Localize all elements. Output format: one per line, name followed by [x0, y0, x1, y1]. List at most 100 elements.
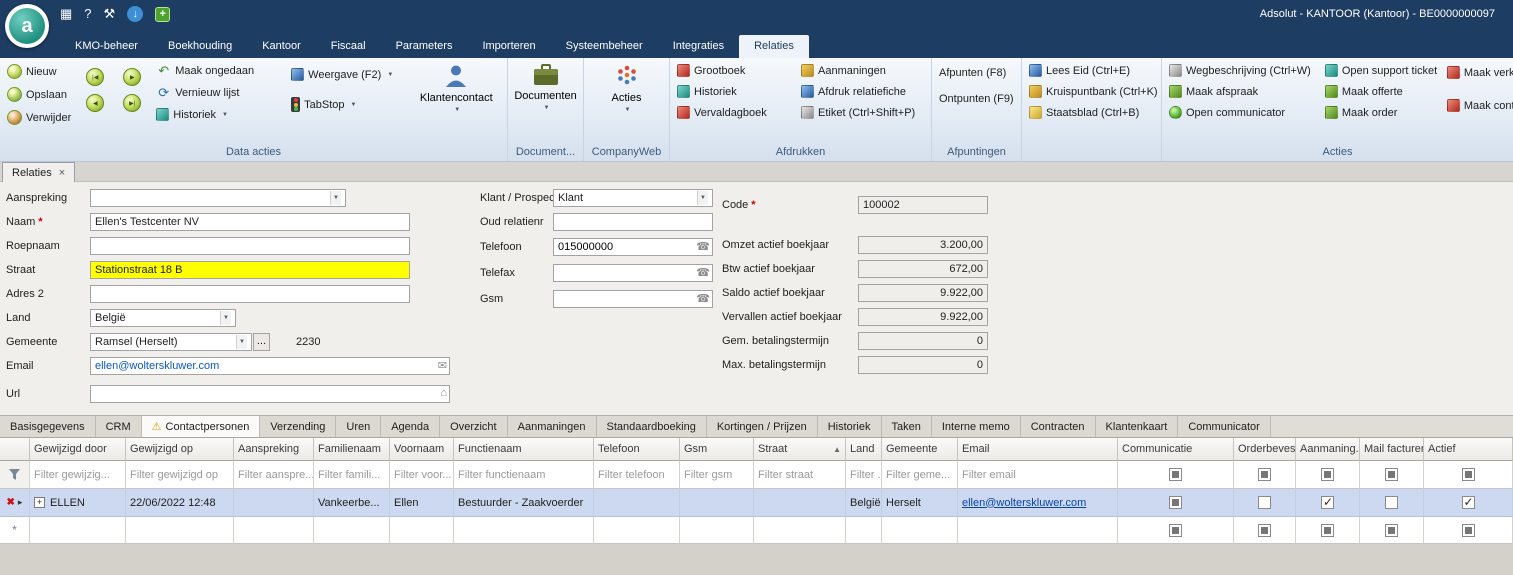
actief-checkbox[interactable] — [1462, 496, 1475, 509]
cell-voornaam[interactable]: Ellen — [390, 489, 454, 517]
etiket-button[interactable]: Etiket (Ctrl+Shift+P) — [799, 106, 917, 119]
filter-aanspreking[interactable]: Filter aanspre... — [234, 461, 314, 489]
cell-land[interactable]: België — [846, 489, 882, 517]
vervaldagboek-button[interactable]: Vervaldagboek — [675, 106, 789, 119]
grid-header-telefoon[interactable]: Telefoon — [594, 438, 680, 461]
new-cell[interactable] — [882, 517, 958, 544]
new-cell[interactable] — [594, 517, 680, 544]
menu-tab-systeembeheer[interactable]: Systeembeheer — [551, 35, 658, 58]
grid-selected-row[interactable]: ✖▸ +ELLEN 22/06/2022 12:48 Vankeerbe... … — [0, 489, 1513, 517]
gsm-input[interactable] — [553, 290, 713, 308]
companyweb-acties-button[interactable]: Acties ▼ — [589, 58, 665, 113]
menu-tab-fiscaal[interactable]: Fiscaal — [316, 35, 381, 58]
open-communicator-button[interactable]: Open communicator — [1167, 106, 1313, 119]
historiek-button[interactable]: Historiek▼ — [154, 108, 256, 121]
new-cell[interactable] — [958, 517, 1118, 544]
menu-tab-kantoor[interactable]: Kantoor — [247, 35, 316, 58]
naam-input[interactable] — [90, 213, 410, 231]
tab-crm[interactable]: CRM — [96, 415, 142, 437]
grid-header-gewijzigd-op[interactable]: Gewijzigd op — [126, 438, 234, 461]
telefax-input[interactable] — [553, 264, 713, 282]
new-cell[interactable] — [454, 517, 594, 544]
cell-email[interactable]: ellen@wolterskluwer.com — [958, 489, 1118, 517]
grid-header-land[interactable]: Land — [846, 438, 882, 461]
new-cell[interactable] — [846, 517, 882, 544]
straat-input[interactable] — [90, 261, 410, 279]
grid-header-gemeente[interactable]: Gemeente — [882, 438, 958, 461]
expand-row-button[interactable]: + — [34, 497, 45, 508]
grid-header-gsm[interactable]: Gsm — [680, 438, 754, 461]
aanmaning-checkbox[interactable] — [1321, 496, 1334, 509]
tab-communicator[interactable]: Communicator — [1178, 415, 1271, 437]
oud-relatienr-input[interactable] — [553, 213, 713, 231]
maak-contract-button[interactable]: Maak contract — [1445, 99, 1513, 112]
filter-gemeente[interactable]: Filter geme... — [882, 461, 958, 489]
grid-header-communicatie[interactable]: Communicatie — [1118, 438, 1234, 461]
new-cell[interactable] — [390, 517, 454, 544]
historiek-afdruk-button[interactable]: Historiek — [675, 85, 789, 98]
lees-eid-button[interactable]: Lees Eid (Ctrl+E) — [1027, 64, 1160, 77]
download-icon[interactable]: ↓ — [127, 6, 143, 22]
filter-land[interactable]: Filter ... — [846, 461, 882, 489]
tab-kortingen-prijzen[interactable]: Kortingen / Prijzen — [707, 415, 818, 437]
cell-straat[interactable] — [754, 489, 846, 517]
new-cell[interactable] — [234, 517, 314, 544]
new-cell[interactable] — [754, 517, 846, 544]
new-actief-checkbox[interactable] — [1462, 524, 1475, 537]
filter-familienaam[interactable]: Filter famili... — [314, 461, 390, 489]
filter-email[interactable]: Filter email — [958, 461, 1118, 489]
cell-functienaam[interactable]: Bestuurder - Zaakvoerder — [454, 489, 594, 517]
kruispuntbank-button[interactable]: Kruispuntbank (Ctrl+K) — [1027, 85, 1160, 98]
maak-offerte-button[interactable]: Maak offerte — [1323, 85, 1435, 98]
nieuw-button[interactable]: Nieuw — [5, 64, 73, 79]
grid-header-familienaam[interactable]: Familienaam — [314, 438, 390, 461]
nav-next-button[interactable]: ▶ — [123, 68, 141, 86]
new-cell[interactable] — [126, 517, 234, 544]
close-tab-icon[interactable]: × — [59, 167, 65, 179]
new-communicatie-checkbox[interactable] — [1169, 524, 1182, 537]
filter-orderbevestiging-checkbox[interactable] — [1258, 468, 1271, 481]
tab-uren[interactable]: Uren — [336, 415, 381, 437]
communicatie-checkbox[interactable] — [1169, 496, 1182, 509]
nav-last-button[interactable]: ▶| — [123, 94, 141, 112]
grid-header-functienaam[interactable]: Functienaam — [454, 438, 594, 461]
roepnaam-input[interactable] — [90, 237, 410, 255]
document-tab-relaties[interactable]: Relaties × — [2, 162, 75, 182]
new-orderbevestiging-checkbox[interactable] — [1258, 524, 1271, 537]
grid-new-row[interactable]: * — [0, 517, 1513, 544]
tab-klantenkaart[interactable]: Klantenkaart — [1096, 415, 1179, 437]
filter-voornaam[interactable]: Filter voor... — [390, 461, 454, 489]
grid-header-aanmaning[interactable]: Aanmaning... — [1296, 438, 1360, 461]
filter-communicatie-checkbox[interactable] — [1169, 468, 1182, 481]
klantencontact-button[interactable]: Klantencontact ▼ — [418, 58, 494, 113]
gemeente-lookup-button[interactable]: … — [253, 333, 270, 351]
new-aanmaning-checkbox[interactable] — [1321, 524, 1334, 537]
tab-standaardboeking[interactable]: Standaardboeking — [597, 415, 707, 437]
maak-afspraak-button[interactable]: Maak afspraak — [1167, 85, 1313, 98]
aanmaningen-button[interactable]: Aanmaningen — [799, 64, 917, 77]
grid-header-email[interactable]: Email — [958, 438, 1118, 461]
delete-row-icon[interactable]: ✖ — [7, 497, 15, 508]
vernieuw-lijst-button[interactable]: ⟳Vernieuw lijst — [154, 86, 256, 100]
new-cell[interactable] — [680, 517, 754, 544]
filter-telefoon[interactable]: Filter telefoon — [594, 461, 680, 489]
filter-aanmaning-checkbox[interactable] — [1321, 468, 1334, 481]
tools-icon[interactable]: ⚒ — [104, 6, 116, 22]
weergave-button[interactable]: Weergave (F2)▼ — [289, 68, 395, 81]
help-icon[interactable]: ? — [84, 6, 91, 22]
klant-prospect-select[interactable]: Klant▼ — [553, 189, 713, 207]
menu-tab-importeren[interactable]: Importeren — [467, 35, 550, 58]
grid-header-aanspreking[interactable]: Aanspreking — [234, 438, 314, 461]
grid-header-actief[interactable]: Actief — [1424, 438, 1513, 461]
verwijder-button[interactable]: Verwijder — [5, 110, 73, 125]
filter-straat[interactable]: Filter straat — [754, 461, 846, 489]
filter-gewijzigd-op[interactable]: Filter gewijzigd op — [126, 461, 234, 489]
cell-familienaam[interactable]: Vankeerbe... — [314, 489, 390, 517]
tab-aanmaningen[interactable]: Aanmaningen — [508, 415, 597, 437]
maak-order-button[interactable]: Maak order — [1323, 106, 1435, 119]
new-mail-facturen-checkbox[interactable] — [1385, 524, 1398, 537]
calculator-icon[interactable]: ▦ — [60, 6, 72, 22]
tab-basisgegevens[interactable]: Basisgegevens — [0, 415, 96, 437]
new-cell[interactable] — [30, 517, 126, 544]
tab-contracten[interactable]: Contracten — [1021, 415, 1096, 437]
